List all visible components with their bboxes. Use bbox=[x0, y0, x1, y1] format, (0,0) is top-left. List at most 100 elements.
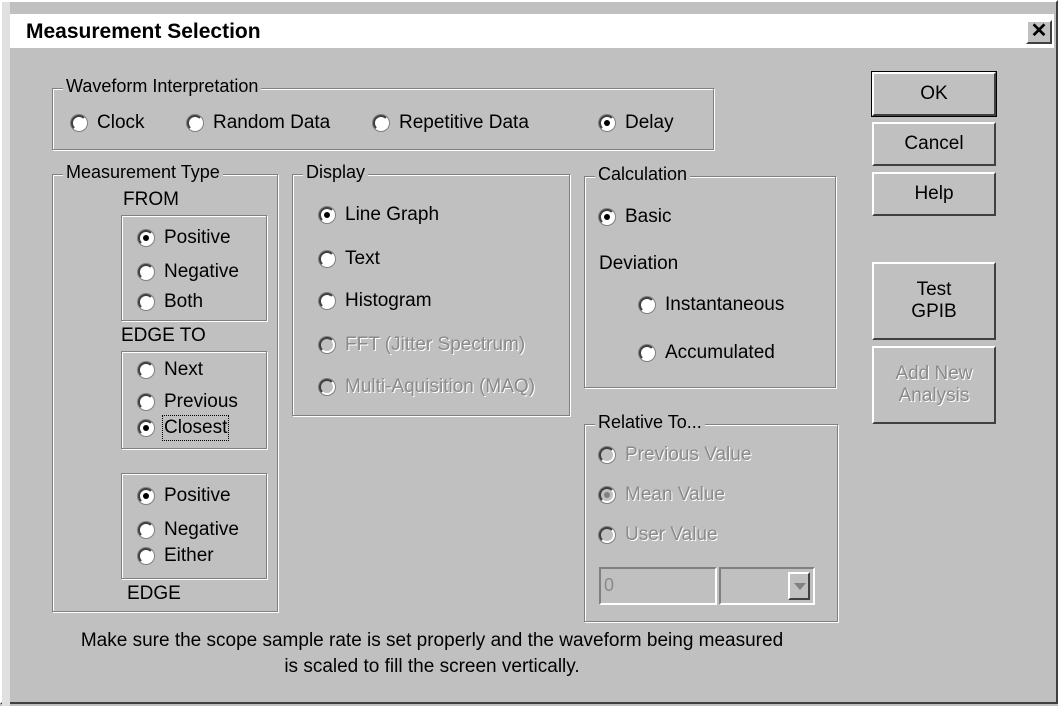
radio-basic[interactable]: Basic bbox=[599, 205, 671, 229]
radio-dot bbox=[599, 115, 615, 131]
radio-dot bbox=[138, 230, 154, 246]
radio-label: Positive bbox=[164, 485, 231, 506]
radio-dot bbox=[138, 522, 154, 538]
radio-label: User Value bbox=[625, 524, 718, 545]
radio-label: Negative bbox=[164, 261, 239, 282]
radio-label: Previous Value bbox=[625, 444, 752, 465]
note-line1: Make sure the scope sample rate is set p… bbox=[80, 630, 784, 651]
radio-label: FFT (Jitter Spectrum) bbox=[345, 334, 526, 355]
radio-histogram[interactable]: Histogram bbox=[319, 289, 432, 313]
radio-dot bbox=[599, 447, 615, 463]
radio-label: Line Graph bbox=[345, 204, 440, 225]
note-line2: is scaled to fill the screen vertically. bbox=[284, 656, 580, 677]
edge-to-label: EDGE TO bbox=[121, 325, 206, 346]
radio-dot bbox=[373, 115, 389, 131]
radio-text[interactable]: Text bbox=[319, 247, 380, 271]
radio-instantaneous[interactable]: Instantaneous bbox=[639, 293, 784, 317]
radio-dot bbox=[599, 527, 615, 543]
radio-label: Basic bbox=[625, 206, 672, 227]
radio-from-both[interactable]: Both bbox=[138, 290, 203, 314]
radio-from-positive[interactable]: Positive bbox=[138, 226, 231, 250]
to-edge-group: Positive Negative Either bbox=[121, 473, 267, 579]
add-analysis-line1: Add New bbox=[895, 363, 973, 384]
ok-button[interactable]: OK bbox=[871, 71, 997, 117]
help-button[interactable]: Help bbox=[872, 172, 996, 216]
radio-dot bbox=[639, 297, 655, 313]
waveform-interpretation-group: Waveform Interpretation Clock Random Dat… bbox=[52, 76, 714, 150]
title-bar: Measurement Selection ✕ bbox=[10, 14, 1054, 48]
relative-to-legend: Relative To... bbox=[595, 412, 705, 433]
radio-to-negative[interactable]: Negative bbox=[138, 518, 239, 542]
measurement-type-group: Measurement Type FROM Positive Negative … bbox=[52, 162, 278, 612]
user-value-dropdown[interactable] bbox=[719, 567, 815, 605]
edge-to-group: Next Previous Closest bbox=[121, 351, 267, 449]
radio-dot bbox=[639, 345, 655, 361]
radio-fft[interactable]: FFT (Jitter Spectrum) bbox=[319, 333, 525, 357]
test-gpib-button[interactable]: Test GPIB bbox=[872, 262, 996, 340]
radio-dot bbox=[138, 420, 154, 436]
radio-line-graph[interactable]: Line Graph bbox=[319, 203, 439, 227]
radio-label: Multi-Aquisition (MAQ) bbox=[345, 376, 536, 397]
radio-delay[interactable]: Delay bbox=[599, 111, 674, 135]
test-gpib-line2: GPIB bbox=[911, 301, 957, 322]
from-label: FROM bbox=[123, 189, 179, 210]
radio-dot bbox=[319, 251, 335, 267]
deviation-label: Deviation bbox=[599, 253, 679, 274]
radio-dot bbox=[138, 264, 154, 280]
cancel-button[interactable]: Cancel bbox=[872, 122, 996, 166]
radio-mean-value[interactable]: Mean Value bbox=[599, 483, 725, 507]
radio-label: Text bbox=[345, 248, 380, 269]
radio-user-value[interactable]: User Value bbox=[599, 523, 718, 547]
user-value-input[interactable]: 0 bbox=[599, 567, 717, 605]
close-icon[interactable]: ✕ bbox=[1026, 20, 1052, 44]
radio-label: Instantaneous bbox=[665, 294, 785, 315]
measurement-selection-dialog: Measurement Selection ✕ Waveform Interpr… bbox=[0, 0, 1058, 706]
calculation-group: Calculation Basic Deviation Instantaneou… bbox=[584, 164, 836, 388]
radio-label: Closest bbox=[161, 415, 230, 441]
add-new-analysis-button[interactable]: Add New Analysis bbox=[872, 346, 996, 424]
radio-dot bbox=[138, 548, 154, 564]
radio-dot bbox=[138, 362, 154, 378]
radio-label: Repetitive Data bbox=[399, 112, 529, 133]
radio-dot bbox=[319, 379, 335, 395]
radio-random-data[interactable]: Random Data bbox=[187, 111, 330, 135]
radio-repetitive-data[interactable]: Repetitive Data bbox=[373, 111, 529, 135]
relative-to-group: Relative To... Previous Value Mean Value… bbox=[584, 412, 838, 622]
test-gpib-line1: Test bbox=[916, 279, 952, 300]
radio-accumulated[interactable]: Accumulated bbox=[639, 341, 775, 365]
display-legend: Display bbox=[303, 162, 369, 183]
radio-label: Negative bbox=[164, 519, 239, 540]
radio-maq[interactable]: Multi-Aquisition (MAQ) bbox=[319, 375, 535, 399]
radio-label: Either bbox=[164, 545, 214, 566]
radio-from-negative[interactable]: Negative bbox=[138, 260, 239, 284]
radio-to-either[interactable]: Either bbox=[138, 544, 214, 568]
window-edge bbox=[2, 2, 10, 706]
radio-label: Mean Value bbox=[625, 484, 725, 505]
calculation-legend: Calculation bbox=[595, 164, 691, 185]
radio-previous-value[interactable]: Previous Value bbox=[599, 443, 751, 467]
radio-dot bbox=[319, 293, 335, 309]
radio-label: Both bbox=[164, 291, 204, 312]
radio-clock[interactable]: Clock bbox=[71, 111, 145, 135]
radio-dot bbox=[138, 488, 154, 504]
radio-dot bbox=[187, 115, 203, 131]
radio-label: Previous bbox=[164, 391, 238, 412]
scope-note: Make sure the scope sample rate is set p… bbox=[32, 628, 832, 680]
display-group: Display Line Graph Text Histogram FFT (J… bbox=[292, 162, 570, 416]
radio-next[interactable]: Next bbox=[138, 358, 203, 382]
radio-label: Positive bbox=[164, 227, 231, 248]
chevron-down-icon[interactable] bbox=[788, 572, 810, 600]
radio-dot bbox=[71, 115, 87, 131]
radio-label: Clock bbox=[97, 112, 145, 133]
radio-to-positive[interactable]: Positive bbox=[138, 484, 231, 508]
add-analysis-line2: Analysis bbox=[898, 385, 970, 406]
waveform-interpretation-legend: Waveform Interpretation bbox=[63, 76, 262, 97]
radio-closest[interactable]: Closest bbox=[138, 415, 230, 441]
radio-dot bbox=[319, 337, 335, 353]
radio-label: Next bbox=[164, 359, 204, 380]
radio-previous[interactable]: Previous bbox=[138, 390, 238, 414]
radio-dot bbox=[599, 209, 615, 225]
radio-label: Random Data bbox=[213, 112, 331, 133]
radio-label: Histogram bbox=[345, 290, 432, 311]
from-edge-group: Positive Negative Both bbox=[121, 215, 267, 321]
